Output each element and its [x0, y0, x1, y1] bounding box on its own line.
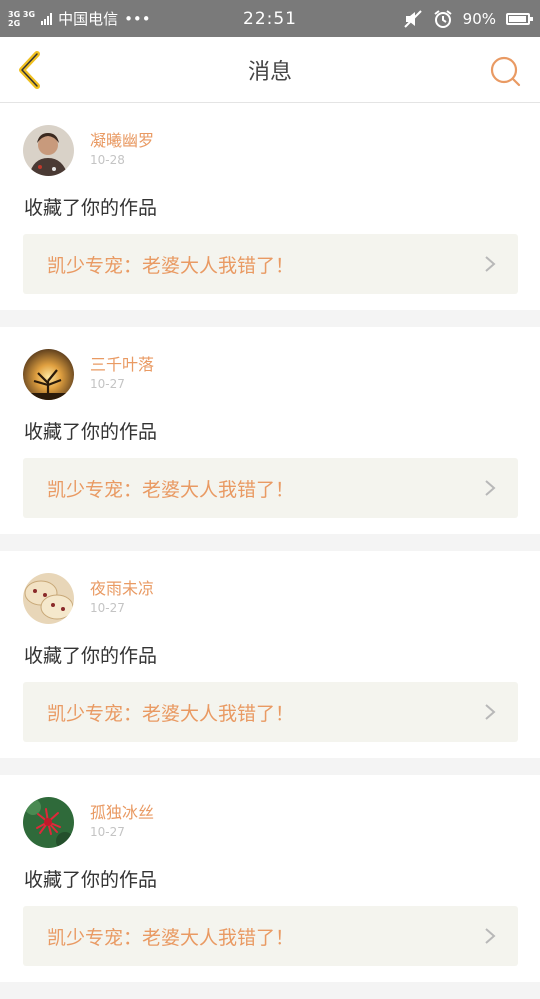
action-text: 收藏了你的作品 [24, 197, 158, 219]
user-name[interactable]: 凝曦幽罗 [90, 127, 154, 151]
message-card: 孤独冰丝 10-27 收藏了你的作品 凯少专宠：老婆大人我错了！ [0, 775, 540, 982]
message-list: 凝曦幽罗 10-28 收藏了你的作品 凯少专宠：老婆大人我错了！ 三千叶落 10… [0, 103, 540, 999]
chevron-right-icon [485, 704, 496, 720]
work-title: 凯少专宠：老婆大人我错了！ [47, 926, 295, 949]
message-date: 10-28 [90, 153, 125, 167]
work-title: 凯少专宠：老婆大人我错了！ [47, 254, 295, 277]
user-name[interactable]: 孤独冰丝 [90, 799, 154, 823]
alarm-icon [434, 9, 452, 28]
message-card: 夜雨未凉 10-27 收藏了你的作品 凯少专宠：老婆大人我错了！ [0, 551, 540, 758]
message-date: 10-27 [90, 601, 125, 615]
user-name[interactable]: 三千叶落 [90, 351, 154, 375]
message-card: 三千叶落 10-27 收藏了你的作品 凯少专宠：老婆大人我错了！ [0, 327, 540, 534]
user-name[interactable]: 夜雨未凉 [90, 575, 154, 599]
status-right: 90% [403, 0, 533, 37]
avatar[interactable] [23, 349, 74, 400]
work-link[interactable]: 凯少专宠：老婆大人我错了！ [23, 906, 518, 966]
work-link[interactable]: 凯少专宠：老婆大人我错了！ [23, 458, 518, 518]
action-text: 收藏了你的作品 [24, 421, 158, 443]
search-icon[interactable] [488, 54, 522, 88]
work-link[interactable]: 凯少专宠：老婆大人我错了！ [23, 234, 518, 294]
battery-icon [506, 12, 533, 25]
chevron-right-icon [485, 928, 496, 944]
battery-label: 90% [462, 9, 496, 28]
message-date: 10-27 [90, 825, 125, 839]
avatar[interactable] [23, 573, 74, 624]
avatar-red-flower-icon [23, 797, 74, 848]
avatar-man-photo-icon [23, 125, 74, 176]
message-date: 10-27 [90, 377, 125, 391]
work-title: 凯少专宠：老婆大人我错了！ [47, 478, 295, 501]
avatar-biscuits-icon [23, 573, 74, 624]
chevron-right-icon [485, 480, 496, 496]
work-link[interactable]: 凯少专宠：老婆大人我错了！ [23, 682, 518, 742]
nav-bar: 消息 [0, 37, 540, 103]
avatar-sunset-tree-icon [23, 349, 74, 400]
chevron-right-icon [485, 256, 496, 272]
status-bar: 3G 3G 2G 中国电信 ••• 22:51 90% [0, 0, 540, 37]
action-text: 收藏了你的作品 [24, 869, 158, 891]
mute-icon [403, 9, 422, 28]
action-text: 收藏了你的作品 [24, 645, 158, 667]
avatar[interactable] [23, 125, 74, 176]
page-title: 消息 [247, 60, 292, 85]
message-card: 凝曦幽罗 10-28 收藏了你的作品 凯少专宠：老婆大人我错了！ [0, 103, 540, 310]
avatar[interactable] [23, 797, 74, 848]
work-title: 凯少专宠：老婆大人我错了！ [47, 702, 295, 725]
